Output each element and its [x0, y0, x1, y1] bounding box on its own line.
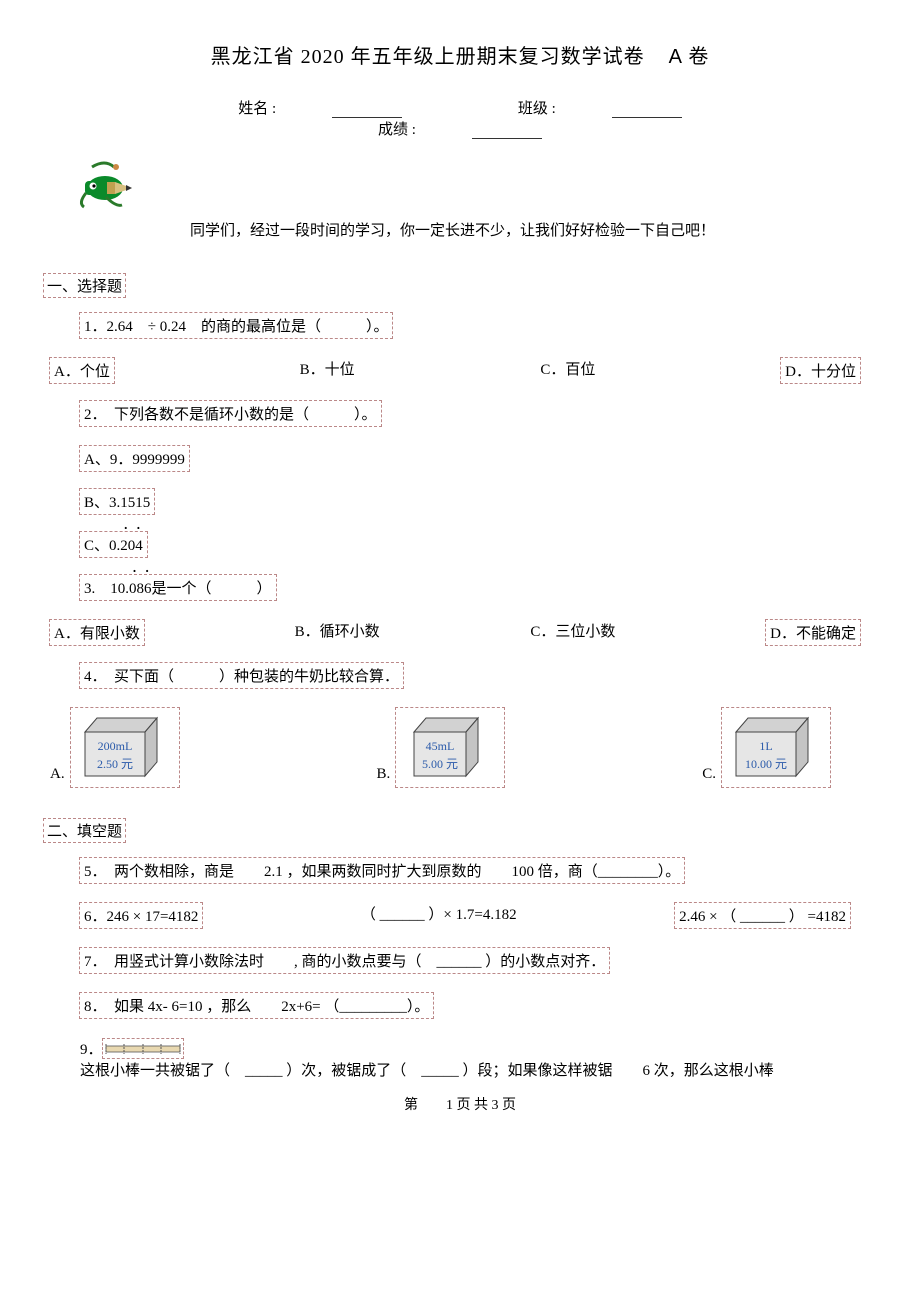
title-volume: A 卷 — [669, 46, 710, 68]
name-field: 姓名 : — [210, 97, 430, 118]
q2-c-num-front: 0. — [109, 538, 120, 554]
q3-choice-c[interactable]: C．三位小数 — [530, 620, 615, 641]
q7-text: 7． 用竖式计算小数除法时 , 商的小数点要与（ ______ ）的小数点对齐． — [80, 948, 609, 973]
page-footer: 第 1 页 共 3 页 — [50, 1094, 870, 1114]
score-label: 成绩 : — [378, 118, 416, 139]
section-2-header: 二、填空题 — [44, 819, 125, 842]
class-field: 班级 : — [490, 97, 710, 118]
q2-choice-b[interactable]: B、3.1515 — [80, 489, 154, 514]
q3-prefix: 3. — [84, 581, 110, 597]
q4-choice-c[interactable]: 1L 10.00 元 — [722, 708, 830, 787]
q2-c-prefix: C、 — [84, 538, 109, 554]
milk-a-price: 2.50 元 — [97, 757, 133, 771]
q3-suffix: 是一个（ ） — [152, 581, 272, 597]
q2-c-num-cycle: 204 — [120, 538, 143, 555]
score-field: 成绩 : — [350, 118, 570, 139]
q3-text: 3. 10.086是一个（ ） — [80, 575, 276, 600]
section-1-header: 一、选择题 — [44, 274, 125, 297]
q1-choice-c[interactable]: C．百位 — [540, 358, 595, 379]
q2-choice-a[interactable]: A、9．9999999 — [80, 446, 189, 471]
q9-stick-image — [103, 1039, 183, 1058]
milk-box-icon: 200mL 2.50 元 — [75, 710, 175, 780]
q9-text: 这根小棒一共被锯了（ _____ ）次，被锯成了（ _____ ）段；如果像这样… — [80, 1059, 774, 1080]
q2-text: 2． 下列各数不是循环小数的是（ ）。 — [80, 401, 381, 426]
q4-choice-a[interactable]: 200mL 2.50 元 — [71, 708, 179, 787]
q8-text: 8． 如果 4x- 6=10 ，那么 2x+6= （_________）。 — [80, 993, 433, 1018]
page-title: 黑龙江省 2020 年五年级上册期末复习数学试卷 A 卷 — [50, 40, 870, 69]
class-label: 班级 : — [518, 97, 556, 118]
q4-label-a: A. — [50, 766, 65, 787]
milk-b-price: 5.00 元 — [422, 757, 458, 771]
milk-b-vol: 45mL — [426, 739, 455, 753]
class-blank[interactable] — [612, 103, 682, 118]
q4-choice-b[interactable]: 45mL 5.00 元 — [396, 708, 504, 787]
milk-box-icon: 1L 10.00 元 — [726, 710, 826, 780]
q3-num-front: 10. — [110, 581, 129, 597]
q3-num-cycle: 086 — [129, 581, 152, 598]
title-main: 黑龙江省 2020 年五年级上册期末复习数学试卷 — [211, 46, 645, 68]
milk-c-price: 10.00 元 — [745, 757, 787, 771]
q3-choices: A．有限小数 B．循环小数 C．三位小数 D．不能确定 — [50, 620, 870, 645]
q3-choice-b[interactable]: B．循环小数 — [295, 620, 380, 641]
q6-part3: 2.46 × （ ______ ） =4182 — [675, 903, 850, 928]
stick-icon — [104, 1041, 182, 1057]
q4-text: 4． 买下面（ ）种包装的牛奶比较合算． — [80, 663, 403, 688]
q9-prefix: 9． — [80, 1038, 103, 1059]
q5-text: 5． 两个数相除，商是 2.1 ，如果两数同时扩大到原数的 100 倍，商（__… — [80, 858, 684, 883]
q3-choice-a[interactable]: A．有限小数 — [50, 620, 144, 645]
q2-choice-c[interactable]: C、0.204 — [80, 532, 147, 557]
score-blank[interactable] — [472, 124, 542, 139]
milk-a-vol: 200mL — [97, 739, 132, 753]
q1-choice-b[interactable]: B．十位 — [300, 358, 355, 379]
q3-choice-d[interactable]: D．不能确定 — [766, 620, 860, 645]
q1-choices: A．个位 B．十位 C．百位 D．十分位 — [50, 358, 870, 383]
q6-part1: 6．246 × 17=4182 — [80, 903, 202, 928]
name-blank[interactable] — [332, 103, 402, 118]
q1-choice-a[interactable]: A．个位 — [50, 358, 114, 383]
pencil-mascot-icon — [70, 153, 160, 213]
milk-c-vol: 1L — [759, 739, 772, 753]
intro-text: 同学们，经过一段时间的学习，你一定长进不少，让我们好好检验一下自己吧！ — [50, 219, 870, 240]
q1-choice-d[interactable]: D．十分位 — [781, 358, 860, 383]
q4-label-c: C. — [702, 766, 716, 787]
milk-box-icon: 45mL 5.00 元 — [400, 710, 500, 780]
q4-label-b: B. — [377, 766, 391, 787]
q1-text: 1．2.64 ÷ 0.24 的商的最高位是（ ）。 — [80, 313, 392, 338]
name-label: 姓名 : — [238, 97, 276, 118]
q4-choices: A. 200mL 2.50 元 B. 45mL 5.00 元 — [50, 708, 870, 787]
q6-part2: （ ______ ）× 1.7=4.182 — [361, 903, 517, 928]
meta-row: 姓名 : 班级 : 成绩 : — [50, 97, 870, 139]
